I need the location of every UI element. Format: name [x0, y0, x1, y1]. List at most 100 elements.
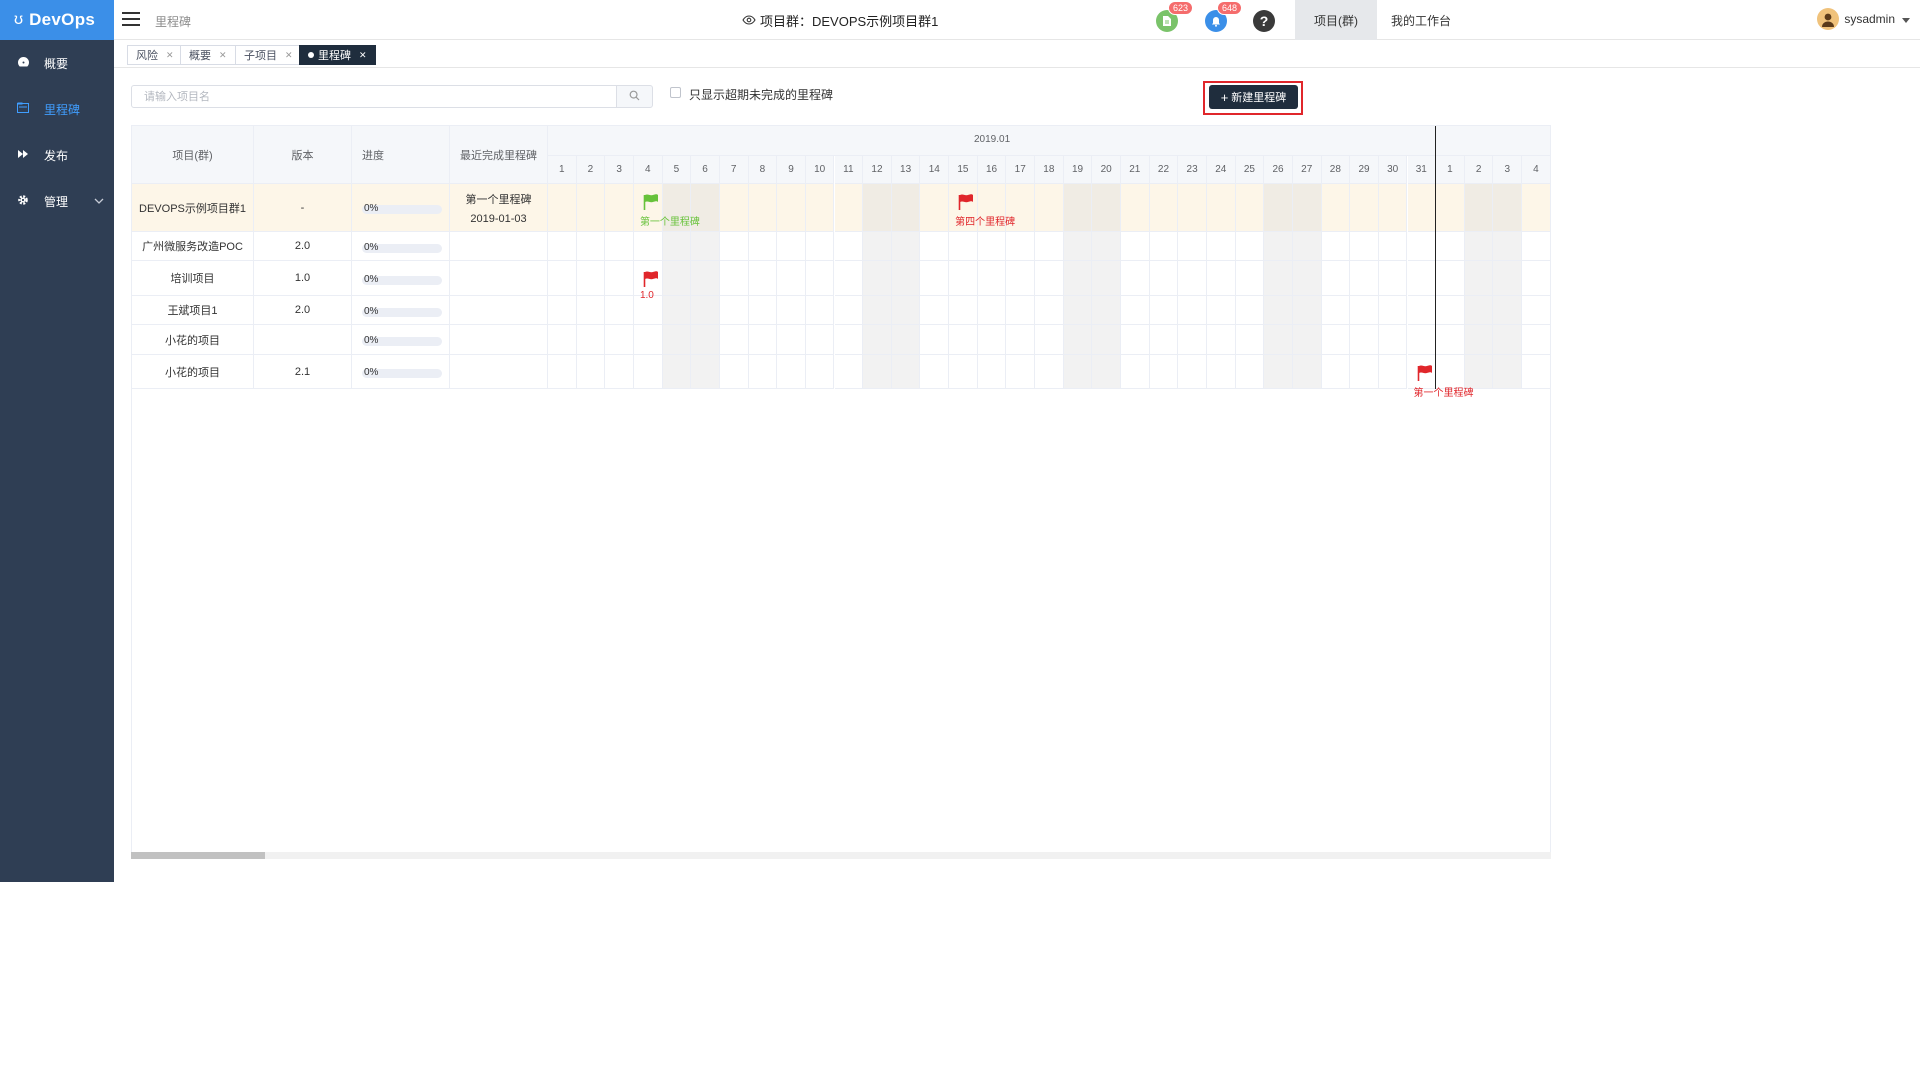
day-cell: [977, 296, 1007, 325]
day-cell: [805, 325, 835, 355]
day-cell: [1264, 325, 1293, 355]
day-cell: [691, 232, 720, 261]
scrollbar-thumb[interactable]: [131, 852, 265, 859]
day-cell: [1121, 325, 1150, 355]
sidebar-item-milestone[interactable]: 里程碑: [0, 86, 114, 132]
day-cell: [548, 325, 577, 355]
tab-project-group[interactable]: 项目(群): [1295, 0, 1377, 40]
help-icon[interactable]: ?: [1253, 10, 1275, 32]
day-cell: [1493, 261, 1523, 296]
day-header: 11: [834, 156, 864, 184]
milestone-label: 第四个里程碑: [955, 217, 1016, 228]
day-cell: [1178, 232, 1207, 261]
day-cell: [777, 184, 806, 232]
day-cell: [920, 232, 950, 261]
milestone-flag-icon[interactable]: [642, 193, 660, 211]
day-cell: [548, 296, 577, 325]
bell-icon[interactable]: 648: [1205, 1, 1243, 32]
close-icon[interactable]: ✕: [359, 50, 367, 61]
milestone-gantt-table: 项目(群) 版本 进度 最近完成里程碑 2019.01 1 2 3 4 5 6 7 8 9 10 11 12 13…: [131, 125, 1551, 852]
tag-subproject[interactable]: 子项目 ✕: [235, 45, 302, 65]
search-button[interactable]: [616, 85, 653, 108]
search-input[interactable]: [131, 85, 617, 108]
tags-view: 风险 ✕ 概要 ✕ 子项目 ✕ 里程碑 ✕: [114, 40, 1920, 68]
day-cell: [863, 184, 892, 232]
milestone-flag-icon[interactable]: [1416, 364, 1434, 382]
milestone-flag-icon[interactable]: [642, 270, 660, 288]
version-cell: 1.0: [254, 261, 352, 296]
day-header: 25: [1235, 156, 1265, 184]
day-cell: [1178, 184, 1207, 232]
brand-logo[interactable]: ʊ DevOps: [0, 0, 114, 40]
day-cell: [1321, 261, 1351, 296]
sidebar-item-manage[interactable]: 管理: [0, 178, 114, 224]
day-cell: [719, 232, 749, 261]
day-cell: [719, 355, 749, 389]
tab-my-workbench[interactable]: 我的工作台: [1377, 0, 1465, 40]
day-cell: [1407, 261, 1437, 296]
milestone-label: 1.0: [639, 290, 654, 301]
day-cell: [863, 296, 892, 325]
day-header: 10: [805, 156, 835, 184]
tag-overview[interactable]: 概要 ✕: [180, 45, 236, 65]
day-header: 2: [576, 156, 606, 184]
day-cell: [691, 296, 720, 325]
user-menu[interactable]: sysadmin: [1817, 8, 1910, 30]
page-title-text: 项目群：DEVOPS示例项目群1: [760, 14, 939, 29]
day-cell: [1006, 355, 1036, 389]
day-cell: [691, 355, 720, 389]
day-cell: [1350, 232, 1379, 261]
day-cell: [891, 296, 921, 325]
milestone-flag-icon[interactable]: [957, 193, 975, 211]
day-cell: [576, 184, 606, 232]
day-cell: [805, 261, 835, 296]
close-icon[interactable]: ✕: [219, 50, 227, 61]
day-cell: [1063, 296, 1093, 325]
sidebar-item-label: 里程碑: [44, 102, 81, 117]
day-header: 6: [691, 156, 720, 184]
sidebar-item-overview[interactable]: 概要: [0, 40, 114, 86]
day-cell: [719, 184, 749, 232]
day-cell: [1464, 184, 1494, 232]
day-cell: [1092, 261, 1121, 296]
day-cell: [977, 355, 1007, 389]
horizontal-scrollbar[interactable]: [131, 852, 1551, 859]
day-cell: [1436, 325, 1465, 355]
hamburger-menu-icon[interactable]: [122, 10, 140, 28]
day-cell: [1035, 232, 1064, 261]
tag-risk[interactable]: 风险 ✕: [127, 45, 183, 65]
close-icon[interactable]: ✕: [285, 50, 293, 61]
day-cell: [920, 355, 950, 389]
day-cell: [1493, 355, 1523, 389]
tag-milestone[interactable]: 里程碑 ✕: [299, 45, 376, 65]
close-icon[interactable]: ✕: [166, 50, 174, 61]
day-cell: [949, 325, 978, 355]
day-header: 21: [1121, 156, 1150, 184]
day-header: 30: [1378, 156, 1408, 184]
latest-milestone-cell: [450, 355, 548, 389]
day-cell: [1464, 296, 1494, 325]
milestone-icon: [16, 102, 30, 116]
sidebar-item-release[interactable]: 发布: [0, 132, 114, 178]
day-cell: [891, 184, 921, 232]
tag-label: 风险: [136, 50, 158, 62]
day-cell: [863, 325, 892, 355]
day-cell: [1464, 232, 1494, 261]
day-cell: [1292, 325, 1322, 355]
day-cell: [605, 355, 634, 389]
day-cell: [605, 232, 634, 261]
day-cell: [1292, 232, 1322, 261]
brand-name: DevOps: [29, 10, 96, 29]
milestone-label: 第一个里程碑: [1413, 388, 1474, 399]
only-overdue-checkbox[interactable]: [670, 87, 681, 98]
day-cell: [548, 184, 577, 232]
project-name-cell: 培训项目: [132, 261, 254, 296]
day-cell: [805, 184, 835, 232]
latest-milestone-cell: [450, 296, 548, 325]
task-icon[interactable]: 623: [1156, 1, 1194, 32]
milestone-label: 第一个里程碑: [639, 217, 700, 228]
day-header: 20: [1092, 156, 1121, 184]
day-cell: [1407, 325, 1437, 355]
progress-label: 0%: [364, 335, 379, 346]
new-milestone-button[interactable]: + 新建里程碑: [1209, 85, 1298, 109]
